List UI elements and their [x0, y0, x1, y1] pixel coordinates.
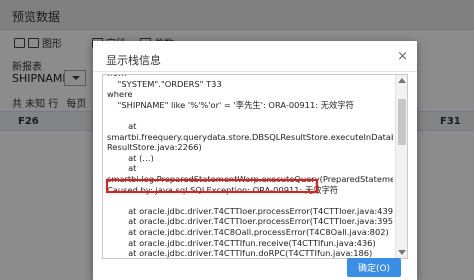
log-line: ResultStore.java:2266) — [107, 142, 202, 153]
log-line: at oracle.jdbc.driver.T4CTTIoer.processE… — [107, 216, 393, 227]
log-line: at oracle.jdbc.driver.T4CTTIoer.processE… — [107, 205, 393, 216]
log-line: where — [107, 89, 133, 100]
dialog-title: 显示栈信息 — [106, 54, 161, 67]
log-line: "SYSTEM"."ORDERS" T33 — [107, 78, 222, 89]
scroll-up-icon[interactable] — [398, 78, 406, 83]
log-line: "SHIPNAME" like '%'%'or' = '李先生': ORA-00… — [107, 99, 354, 110]
stack-info-dialog: 显示栈信息 × from "SYSTEM"."ORDERS" T33where … — [93, 41, 417, 280]
log-line: at oracle.jdbc.driver.T4CTTIfun.receive(… — [107, 237, 376, 248]
vertical-scrollbar[interactable] — [395, 75, 407, 258]
close-icon[interactable]: × — [397, 49, 408, 64]
scroll-down-icon[interactable] — [398, 250, 406, 255]
stack-trace-text: from "SYSTEM"."ORDERS" T33where "SHIPNAM… — [107, 75, 393, 258]
error-highlight-box — [106, 179, 318, 193]
log-line: at (…) — [107, 152, 154, 163]
log-line: at oracle.jdbc.driver.T4C8Oall.processEr… — [107, 226, 389, 237]
dialog-divider — [93, 71, 417, 72]
log-line: at — [107, 120, 137, 131]
ok-button[interactable]: 确定(O) — [347, 258, 401, 277]
scrollbar-thumb[interactable] — [398, 99, 406, 145]
log-line: smartbi.freequery.querydata.store.DBSQLR… — [107, 131, 393, 142]
stack-trace-textarea[interactable]: from "SYSTEM"."ORDERS" T33where "SHIPNAM… — [102, 74, 408, 259]
log-line: at — [107, 163, 137, 174]
